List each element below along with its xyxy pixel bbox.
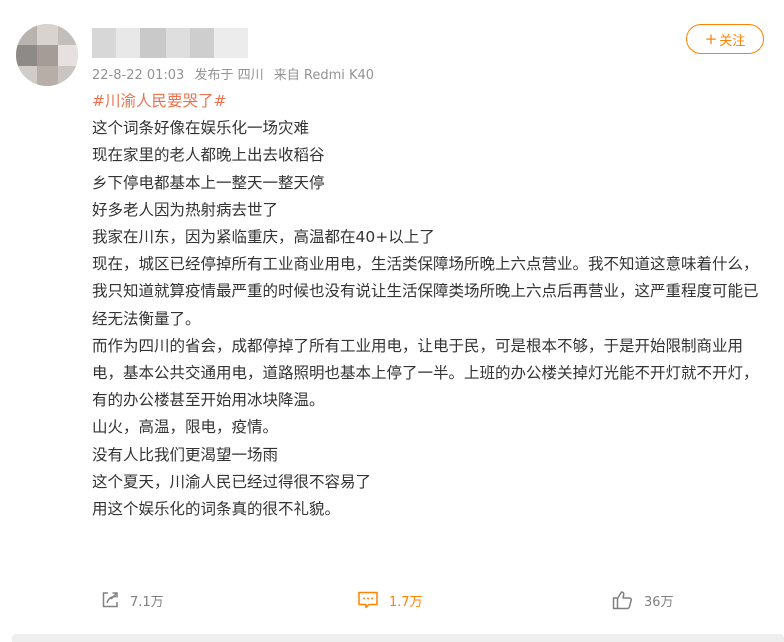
post-paragraph: 现在家里的老人都晚上出去收稻谷 xyxy=(92,146,325,165)
post-paragraph: 山火，高温，限电，疫情。 xyxy=(92,418,279,437)
share-icon xyxy=(102,592,118,608)
thumbs-up-icon xyxy=(612,591,633,610)
comment-icon xyxy=(358,591,378,609)
repost-button[interactable]: 7.1万 xyxy=(100,584,164,616)
action-bar: 7.1万 1.7万 36万 xyxy=(0,584,784,616)
hashtag-link[interactable]: #川渝人民要哭了# xyxy=(92,92,226,110)
post-paragraph: 用这个娱乐化的词条真的很不礼貌。 xyxy=(92,500,341,519)
follow-button[interactable]: + 关注 xyxy=(686,24,764,54)
comment-count: 1.7万 xyxy=(389,594,423,610)
post-body: #川渝人民要哭了# 这个词条好像在娱乐化一场灾难 现在家里的老人都晚上出去收稻谷… xyxy=(92,88,764,523)
post-paragraph: 乡下停电都基本上一整天一整天停 xyxy=(92,173,325,192)
weibo-post-card: 22-8-22 01:03 发布于 四川 来自 Redmi K40 + 关注 #… xyxy=(0,0,784,642)
post-paragraph: 现在，城区已经停掉所有工业商业用电，生活类保障场所晚上六点营业。我不知道这意味着… xyxy=(92,255,759,328)
plus-icon: + xyxy=(704,29,718,48)
like-button[interactable]: 36万 xyxy=(612,584,674,616)
post-meta: 22-8-22 01:03 发布于 四川 来自 Redmi K40 xyxy=(92,64,380,83)
post-device: 来自 Redmi K40 xyxy=(273,68,375,83)
user-avatar[interactable] xyxy=(16,24,78,86)
post-paragraph: 好多老人因为热射病去世了 xyxy=(92,200,279,219)
post-paragraph: 我家在川东，因为紧临重庆，高温都在40+以上了 xyxy=(92,228,435,247)
repost-count: 7.1万 xyxy=(130,594,164,610)
post-paragraph: 没有人比我们更渴望一场雨 xyxy=(92,445,279,464)
next-card-edge xyxy=(12,634,784,642)
post-paragraph: 这个词条好像在娱乐化一场灾难 xyxy=(92,119,310,138)
post-time[interactable]: 22-8-22 01:03 xyxy=(92,68,184,83)
like-count: 36万 xyxy=(644,594,674,610)
post-paragraph: 这个夏天，川渝人民已经过得很不容易了 xyxy=(92,472,372,491)
post-location: 发布于 四川 xyxy=(194,68,264,83)
post-paragraph: 而作为四川的省会，成都停掉了所有工业用电，让电于民，可是根本不够，于是开始限制商… xyxy=(92,336,759,410)
username-obscured[interactable] xyxy=(92,28,248,58)
follow-button-label: 关注 xyxy=(719,33,746,49)
comment-button[interactable]: 1.7万 xyxy=(357,584,423,616)
